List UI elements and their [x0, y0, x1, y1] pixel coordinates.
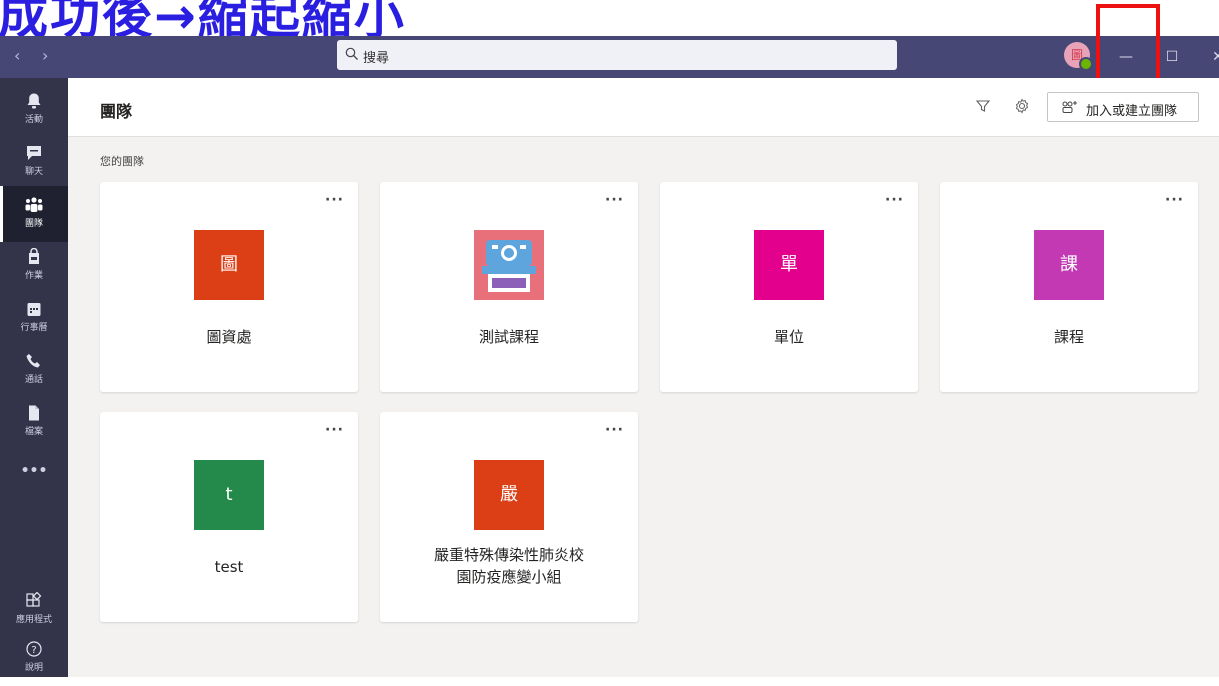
rail-label: 應用程式	[15, 615, 52, 625]
rail-item-activity[interactable]: 活動	[0, 82, 68, 138]
assignments-icon	[29, 248, 39, 264]
rail-item-assignments[interactable]: 作業	[0, 238, 68, 294]
rail-item-calendar[interactable]: 行事曆	[0, 290, 68, 346]
team-name: 圖資處	[206, 328, 252, 346]
add-team-icon	[1062, 101, 1077, 113]
presence-available-icon	[1079, 57, 1093, 71]
apps-icon	[26, 592, 42, 607]
bell-icon	[27, 93, 41, 109]
join-button-label: 加入或建立團隊	[1086, 104, 1178, 119]
rail-label: 行事曆	[20, 323, 48, 333]
team-name: 課程	[1053, 328, 1084, 346]
rail-label: 說明	[24, 663, 43, 673]
team-card[interactable]: ··· 單 單位	[660, 182, 918, 392]
filter-icon[interactable]	[975, 98, 991, 114]
rail-item-calls[interactable]: 通話	[0, 342, 68, 398]
calendar-icon	[27, 303, 41, 316]
svg-text:?: ?	[31, 645, 36, 656]
rail-item-help[interactable]: ? 說明	[0, 630, 68, 686]
rail-label: 通話	[24, 375, 43, 385]
gear-icon[interactable]	[1013, 97, 1031, 115]
phone-icon	[26, 354, 40, 368]
section-label: 您的團隊	[100, 155, 144, 168]
main-content: 團隊 加入或建立團隊 您的團隊 ··· 圖 圖資處 ··· 測試課程 ··· 單…	[68, 78, 1219, 677]
team-card[interactable]: ··· t test	[100, 412, 358, 622]
banner-text: 成功後→縮起縮小	[0, 0, 406, 36]
more-apps-button[interactable]: •••	[0, 456, 68, 486]
more-options-icon[interactable]: ···	[325, 422, 344, 438]
teams-icon	[25, 197, 43, 212]
team-name: 測試課程	[478, 328, 539, 346]
close-button[interactable]: ✕	[1195, 36, 1219, 78]
more-options-icon[interactable]: ···	[1165, 192, 1184, 208]
rail-label: 檔案	[24, 427, 43, 437]
more-options-icon[interactable]: ···	[605, 192, 624, 208]
more-options-icon[interactable]: ···	[325, 192, 344, 208]
more-options-icon[interactable]: ···	[885, 192, 904, 208]
help-icon: ?	[26, 641, 42, 657]
rail-label: 團隊	[24, 219, 43, 229]
team-name: 單位	[773, 328, 804, 346]
camera-image-icon	[482, 240, 536, 292]
rail-label: 作業	[24, 271, 43, 281]
team-tile: 嚴	[474, 460, 544, 530]
rail-item-chat[interactable]: 聊天	[0, 134, 68, 190]
more-options-icon[interactable]: ···	[605, 422, 624, 438]
team-card[interactable]: ··· 課 課程	[940, 182, 1198, 392]
page-title: 團隊	[100, 102, 133, 121]
rail-label: 聊天	[24, 167, 43, 177]
instruction-banner: 成功後→縮起縮小	[0, 0, 1219, 36]
chevron-left-icon[interactable]: ‹	[14, 46, 20, 65]
team-image	[474, 230, 544, 300]
team-card[interactable]: ··· 測試課程	[380, 182, 638, 392]
app-rail: 活動 聊天 團隊 作業 行事曆 通話 檔案 ••• 應用程式 ? 說明	[0, 78, 68, 677]
chat-icon	[27, 146, 41, 160]
title-bar: ‹ › 搜尋 圖 — ☐ ✕	[0, 36, 1219, 78]
team-card[interactable]: ··· 圖 圖資處	[100, 182, 358, 392]
team-tile: 課	[1034, 230, 1104, 300]
rail-label: 活動	[24, 115, 43, 125]
team-tile: 單	[754, 230, 824, 300]
team-tile: 圖	[194, 230, 264, 300]
team-card[interactable]: ··· 嚴 嚴重特殊傳染性肺炎校園防疫應變小組	[380, 412, 638, 622]
team-name: 嚴重特殊傳染性肺炎校園防疫應變小組	[433, 546, 584, 586]
chevron-right-icon[interactable]: ›	[42, 46, 48, 65]
rail-item-teams[interactable]: 團隊	[0, 186, 68, 242]
team-name: test	[214, 558, 244, 576]
avatar[interactable]: 圖	[1064, 42, 1093, 71]
file-icon	[29, 405, 39, 421]
page-header: 團隊 加入或建立團隊	[68, 78, 1219, 137]
join-or-create-team-button[interactable]: 加入或建立團隊	[1047, 92, 1199, 122]
highlight-box	[1096, 4, 1160, 82]
rail-item-files[interactable]: 檔案	[0, 394, 68, 450]
search-icon	[345, 47, 358, 60]
team-tile: t	[194, 460, 264, 530]
search-input[interactable]: 搜尋	[337, 40, 897, 70]
search-placeholder: 搜尋	[363, 51, 390, 66]
